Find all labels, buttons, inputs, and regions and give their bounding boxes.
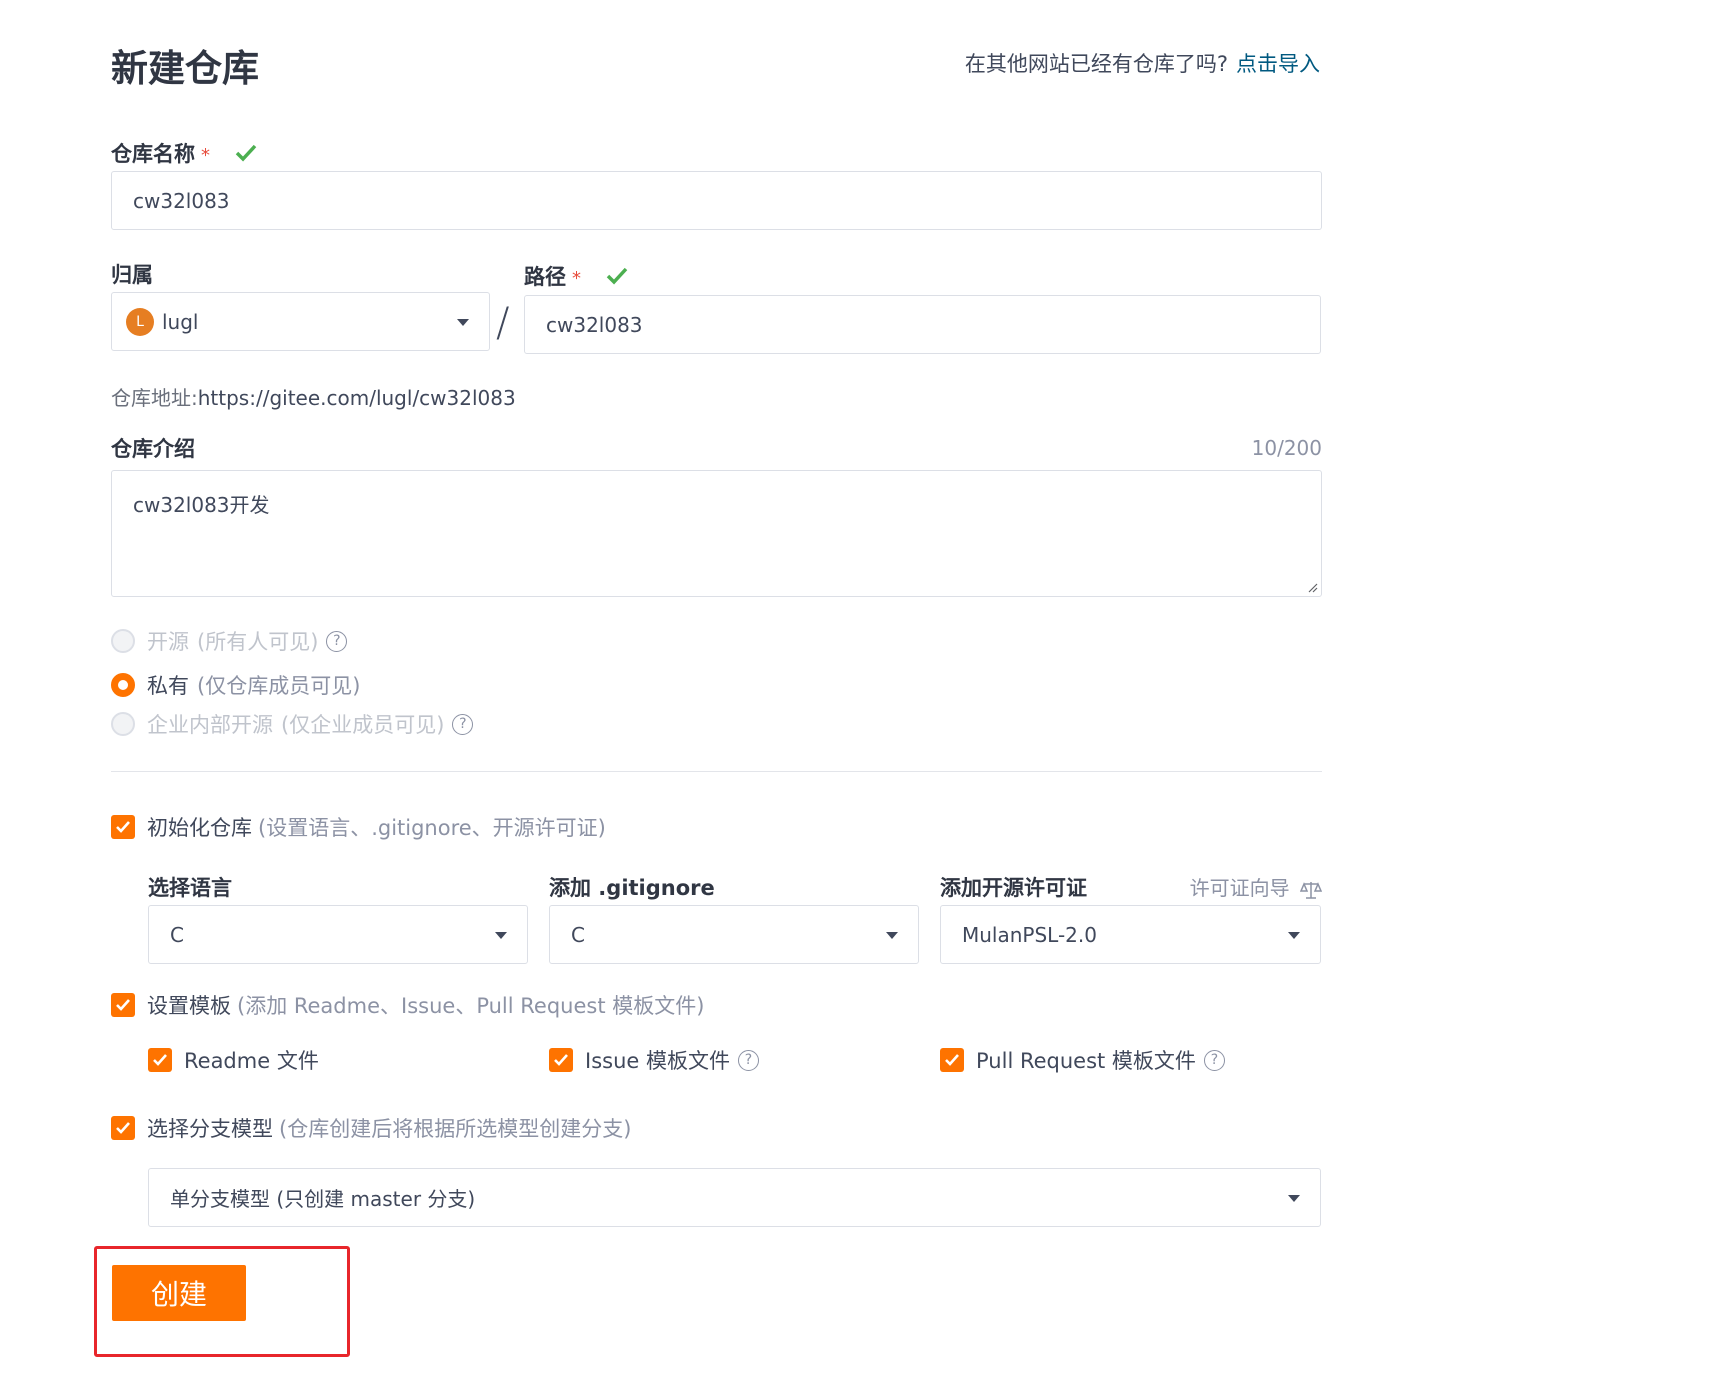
license-guide-link[interactable]: 许可证向导 [1189, 872, 1323, 901]
radio-note: (所有人可见) [197, 630, 319, 654]
help-icon[interactable]: ? [326, 630, 348, 652]
checkbox-label: Readme 文件 [184, 1049, 319, 1073]
radio-label: 企业内部开源 [147, 713, 273, 737]
radio-note: (仅企业成员可见) [281, 713, 445, 737]
radio-circle[interactable] [111, 673, 135, 697]
desc-textarea[interactable]: cw32l083开发 [111, 470, 1322, 597]
resize-handle-icon[interactable] [1306, 581, 1318, 593]
caret-down-icon [457, 318, 469, 326]
pr-template-checkbox[interactable]: Pull Request 模板文件 ? [940, 1045, 1225, 1075]
license-select[interactable]: MulanPSL-2.0 [940, 905, 1321, 964]
checkbox-note: (仓库创建后将根据所选模型创建分支) [279, 1117, 632, 1141]
license-value: MulanPSL-2.0 [962, 922, 1097, 947]
address-label: 仓库地址: [111, 386, 198, 410]
valid-check-icon [606, 266, 628, 290]
owner-select[interactable]: L lugl [111, 292, 490, 351]
checkbox-label: Issue 模板文件 [585, 1049, 730, 1073]
help-icon[interactable]: ? [737, 1049, 759, 1071]
address-url: https://gitee.com/lugl/cw32l083 [197, 386, 516, 410]
radio-circle[interactable] [111, 629, 135, 653]
issue-template-checkbox[interactable]: Issue 模板文件 ? [549, 1045, 759, 1075]
checkbox-checked-icon[interactable] [111, 1116, 135, 1140]
desc-counter: 10/200 [1251, 436, 1322, 460]
checkbox-label: Pull Request 模板文件 [976, 1049, 1196, 1073]
help-icon[interactable]: ? [1203, 1049, 1225, 1071]
path-separator: / [496, 300, 510, 346]
language-value: C [170, 922, 184, 947]
branch-model-select[interactable]: 单分支模型 (只创建 master 分支) [148, 1168, 1321, 1227]
repo-name-label: 仓库名称 * [111, 138, 257, 168]
branch-model-checkbox[interactable]: 选择分支模型 (仓库创建后将根据所选模型创建分支) [111, 1113, 631, 1143]
checkbox-note: (设置语言、.gitignore、开源许可证) [258, 816, 606, 840]
checkbox-checked-icon[interactable] [549, 1048, 573, 1072]
path-input[interactable]: cw32l083 [524, 295, 1321, 354]
checkbox-checked-icon[interactable] [148, 1048, 172, 1072]
desc-label: 仓库介绍 [111, 437, 195, 461]
help-icon[interactable]: ? [452, 713, 474, 735]
path-label-text: 路径 [524, 265, 566, 289]
page-title: 新建仓库 [111, 47, 259, 90]
radio-private[interactable]: 私有 (仅仓库成员可见) [111, 670, 360, 700]
scale-icon [1299, 881, 1323, 899]
checkbox-checked-icon[interactable] [111, 993, 135, 1017]
caret-down-icon [495, 931, 507, 939]
caret-down-icon [1288, 931, 1300, 939]
owner-label: 归属 [111, 263, 153, 287]
create-button[interactable]: 创建 [112, 1265, 246, 1321]
gitignore-label: 添加 .gitignore [549, 876, 715, 900]
radio-label: 私有 [147, 674, 189, 698]
language-select[interactable]: C [148, 905, 528, 964]
repo-name-value: cw32l083 [133, 188, 230, 213]
radio-circle[interactable] [111, 712, 135, 736]
repo-name-label-text: 仓库名称 [111, 142, 195, 166]
import-link[interactable]: 点击导入 [1236, 52, 1320, 76]
license-guide-text: 许可证向导 [1189, 876, 1290, 900]
avatar: L [126, 307, 154, 336]
init-repo-checkbox[interactable]: 初始化仓库 (设置语言、.gitignore、开源许可证) [111, 812, 606, 842]
template-checkbox[interactable]: 设置模板 (添加 Readme、Issue、Pull Request 模板文件) [111, 990, 704, 1020]
radio-note: (仅仓库成员可见) [197, 674, 361, 698]
caret-down-icon [1288, 1194, 1300, 1202]
import-hint: 在其他网站已经有仓库了吗? 点击导入 [965, 48, 1320, 78]
valid-check-icon [235, 143, 257, 167]
path-value: cw32l083 [546, 312, 643, 337]
checkbox-label: 设置模板 [147, 994, 231, 1018]
checkbox-label: 初始化仓库 [147, 816, 252, 840]
repo-address: 仓库地址:https://gitee.com/lugl/cw32l083 [111, 382, 516, 411]
repo-name-input[interactable]: cw32l083 [111, 171, 1322, 230]
checkbox-checked-icon[interactable] [111, 815, 135, 839]
checkbox-checked-icon[interactable] [940, 1048, 964, 1072]
radio-enterprise[interactable]: 企业内部开源 (仅企业成员可见) ? [111, 709, 474, 739]
import-prompt: 在其他网站已经有仓库了吗? [964, 52, 1228, 76]
readme-checkbox[interactable]: Readme 文件 [148, 1045, 319, 1075]
path-label: 路径 * [524, 261, 628, 291]
radio-open-source[interactable]: 开源 (所有人可见) ? [111, 626, 348, 656]
owner-value: lugl [162, 309, 199, 334]
language-label: 选择语言 [148, 876, 232, 900]
checkbox-note: (添加 Readme、Issue、Pull Request 模板文件) [237, 994, 705, 1018]
required-mark: * [201, 145, 210, 166]
caret-down-icon [886, 931, 898, 939]
divider [111, 771, 1322, 772]
gitignore-value: C [571, 922, 585, 947]
checkbox-label: 选择分支模型 [147, 1117, 273, 1141]
gitignore-select[interactable]: C [549, 905, 919, 964]
license-label: 添加开源许可证 [940, 876, 1087, 900]
radio-label: 开源 [147, 630, 189, 654]
required-mark: * [572, 268, 581, 289]
branch-model-value: 单分支模型 (只创建 master 分支) [170, 1187, 476, 1211]
desc-value: cw32l083开发 [133, 493, 270, 517]
